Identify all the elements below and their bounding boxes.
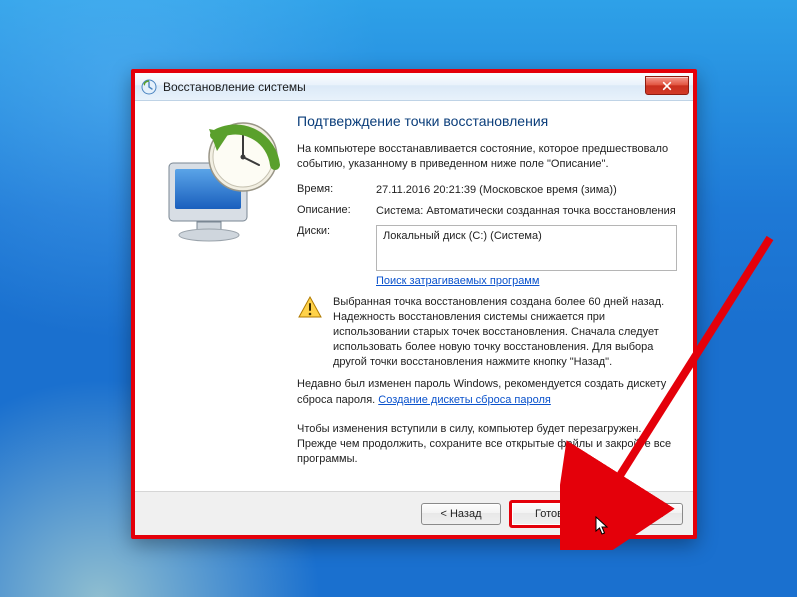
warning-text: Выбранная точка восстановления создана б… [333,295,677,369]
time-value: 27.11.2016 20:21:39 (Московское время (з… [376,183,677,198]
illustration-panel [145,111,297,491]
time-label: Время: [297,183,372,195]
system-restore-dialog: Восстановление системы [131,69,697,539]
disks-listbox[interactable]: Локальный диск (C:) (Система) [376,225,677,271]
system-restore-icon [141,79,157,95]
dialog-window: Восстановление системы [135,73,693,535]
final-note: Чтобы изменения вступили в силу, компьют… [297,422,677,468]
scan-affected-programs-link[interactable]: Поиск затрагиваемых программ [376,275,539,287]
title-bar: Восстановление системы [135,73,693,101]
password-note: Недавно был изменен пароль Windows, реко… [297,377,677,407]
content-panel: Подтверждение точки восстановления На ко… [297,111,677,491]
restore-illustration [151,115,291,250]
description-value: Система: Автоматически созданная точка в… [376,204,677,219]
close-button[interactable] [645,76,689,95]
dialog-footer: < Назад Готово Отмена [135,491,693,535]
restore-point-details: Время: 27.11.2016 20:21:39 (Московское в… [297,183,677,287]
cancel-button[interactable]: Отмена [603,503,683,525]
description-label: Описание: [297,204,372,216]
password-reset-disk-link[interactable]: Создание дискеты сброса пароля [378,394,551,406]
finish-button[interactable]: Готово [509,500,595,528]
window-title: Восстановление системы [163,80,306,94]
disks-label: Диски: [297,225,372,237]
warning-section: Выбранная точка восстановления создана б… [297,295,677,369]
disk-item: Локальный диск (C:) (Система) [383,230,670,242]
warning-icon [297,295,323,321]
dialog-body: Подтверждение точки восстановления На ко… [135,101,693,491]
back-button[interactable]: < Назад [421,503,501,525]
intro-text: На компьютере восстанавливается состояни… [297,142,677,172]
page-heading: Подтверждение точки восстановления [297,113,677,130]
